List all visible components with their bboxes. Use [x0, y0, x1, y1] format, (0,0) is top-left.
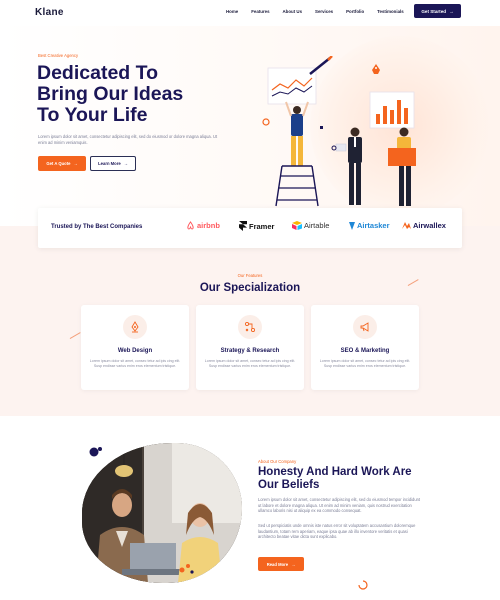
framer-icon	[239, 221, 247, 231]
get-started-button[interactable]: Get Started →	[414, 4, 461, 18]
megaphone-icon	[353, 315, 377, 339]
spinner-icon	[358, 580, 368, 590]
arrow-right-icon: →	[449, 8, 454, 14]
brand-airwallex: Airwallex	[402, 221, 446, 230]
read-more-label: Read More	[266, 561, 289, 567]
airbnb-icon	[187, 221, 194, 230]
about-paragraph-2: Sed ut perspiciatis unde omnis iste natu…	[258, 523, 416, 540]
brand-airtasker: Airtasker	[349, 221, 390, 230]
card-title: Web Design	[117, 348, 153, 354]
specialization-title: Our Specialization	[199, 282, 301, 294]
card-text: Lorem ipsum dolor sit amet, consec tetur…	[89, 359, 181, 369]
airtasker-icon	[349, 221, 355, 230]
brand-name: Airwallex	[413, 221, 446, 230]
pen-tool-icon	[123, 315, 147, 339]
airwallex-icon	[402, 222, 411, 229]
service-card-web-design[interactable]: Web Design Lorem ipsum dolor sit amet, c…	[81, 305, 189, 390]
service-card-seo[interactable]: SEO & Marketing Lorem ipsum dolor sit am…	[311, 305, 419, 390]
card-text: Lorem ipsum dolor sit amet, consec tetur…	[204, 359, 296, 369]
hero-headline: Dedicated To Bring Our Ideas To Your Lif…	[37, 63, 237, 126]
nav-item-home[interactable]: Home	[226, 9, 238, 14]
strategy-icon	[238, 315, 262, 339]
about-title-line: Our Beliefs	[258, 479, 320, 491]
nav-item-services[interactable]: Services	[315, 9, 333, 14]
brand-name: Airtasker	[357, 221, 390, 230]
get-quote-label: Get A Quote	[46, 161, 71, 166]
hero-headline-line: Bring Our Ideas	[37, 83, 184, 105]
about-title-line: Honesty And Hard Work Are	[258, 466, 412, 478]
airtable-icon	[292, 221, 302, 230]
specialization-subtitle: Our Features	[237, 273, 263, 278]
logo[interactable]: Klane	[35, 7, 64, 18]
arrow-right-icon: →	[73, 161, 78, 166]
team-photo	[82, 443, 242, 583]
arrow-right-icon: →	[291, 561, 296, 567]
card-text: Lorem ipsum dolor sit amet, consec tetur…	[319, 359, 411, 369]
nav-item-about[interactable]: About Us	[283, 9, 303, 14]
hero-section: Best Creative Agency Dedicated To Bring …	[0, 26, 500, 226]
get-started-label: Get Started	[421, 8, 447, 14]
read-more-button[interactable]: Read More →	[258, 557, 304, 571]
learn-more-label: Learn More	[98, 161, 121, 166]
decorative-dots	[89, 447, 102, 457]
nav-item-features[interactable]: Features	[251, 9, 269, 14]
brand-name: airbnb	[197, 221, 220, 230]
card-title: Strategy & Research	[220, 348, 280, 354]
get-quote-button[interactable]: Get A Quote →	[38, 156, 86, 171]
nav-item-testimonials[interactable]: Testimonials	[377, 9, 404, 14]
brand-airtable: Airtable	[292, 221, 329, 230]
brand-airbnb: airbnb	[186, 221, 220, 230]
nav-item-portfolio[interactable]: Portfolio	[346, 9, 364, 14]
hero-headline-line: To Your Life	[37, 104, 148, 126]
trusted-companies-card: Trusted by The Best Companies airbnb Fra…	[38, 208, 462, 248]
about-subtitle: About Our Company	[258, 459, 297, 464]
brand-name: Airtable	[304, 221, 330, 230]
service-card-strategy[interactable]: Strategy & Research Lorem ipsum dolor si…	[196, 305, 304, 390]
about-paragraph-1: Lorem ipsum dolor sit amet, consectetur …	[258, 497, 421, 514]
team-photo-illustration	[82, 443, 242, 583]
trusted-title: Trusted by The Best Companies	[51, 224, 143, 230]
nav-menu: Home Features About Us Services Portfoli…	[226, 9, 439, 14]
hero-tagline: Best Creative Agency	[38, 53, 79, 58]
learn-more-button[interactable]: Learn More →	[90, 156, 136, 171]
arrow-right-icon: →	[123, 161, 128, 166]
hero-headline-line: Dedicated To	[37, 62, 158, 84]
brand-name: Framer	[249, 221, 275, 231]
hero-illustration	[262, 56, 416, 207]
top-navigation: Klane Home Features About Us Services Po…	[0, 0, 500, 26]
about-title: Honesty And Hard Work Are Our Beliefs	[258, 466, 458, 492]
brand-framer: Framer	[239, 221, 274, 231]
hero-description: Lorem ipsum dolor sit amet, consectetur …	[38, 134, 218, 145]
decorative-dots	[179, 564, 194, 574]
card-title: SEO & Marketing	[340, 348, 390, 354]
